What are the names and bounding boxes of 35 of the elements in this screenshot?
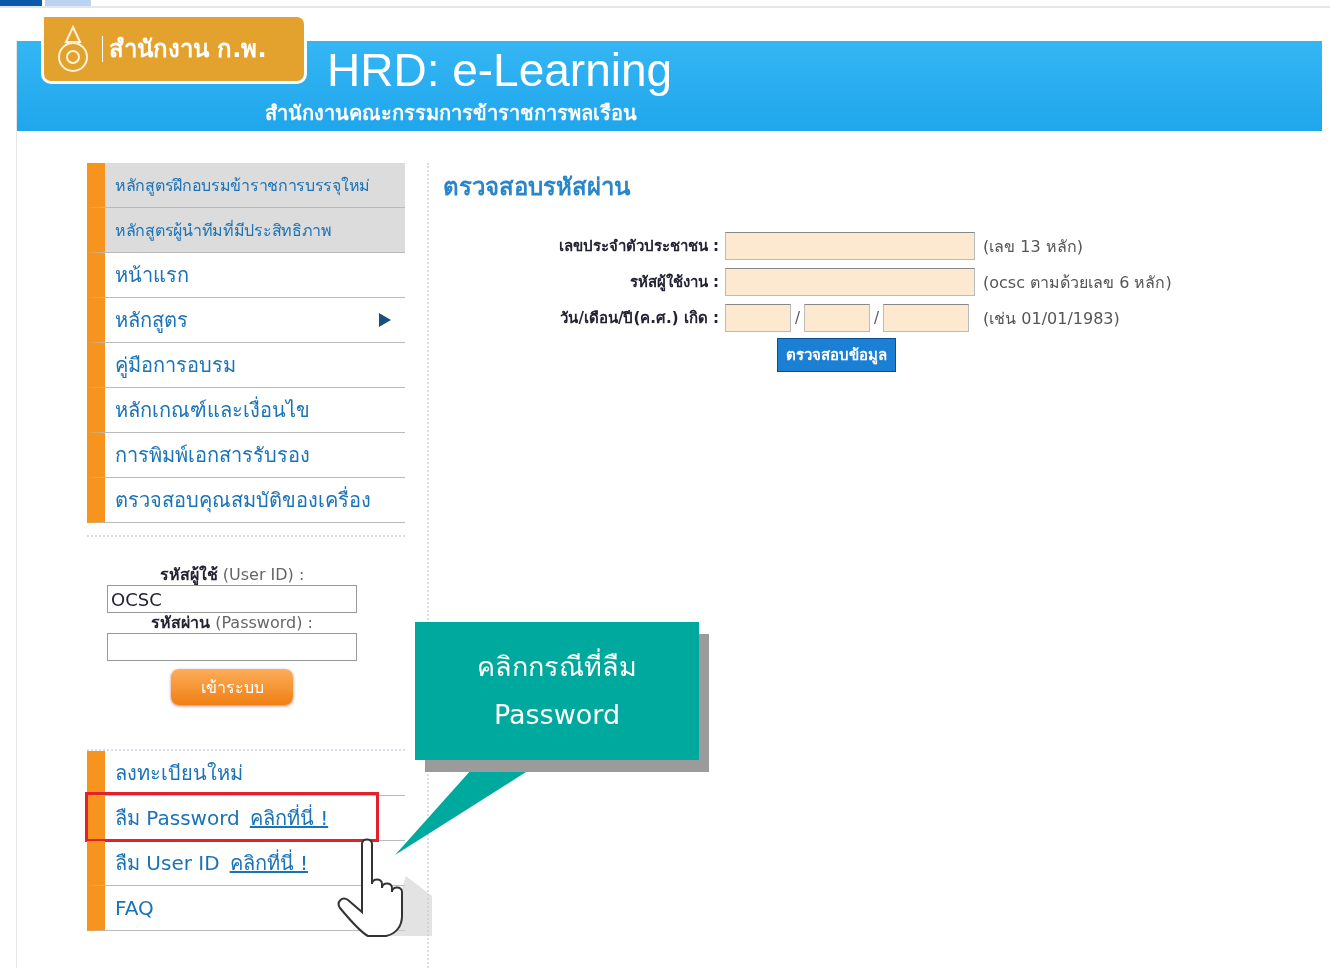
user-id-label: รหัสผู้ใช้ (User ID) : (159, 565, 305, 585)
menu-item[interactable]: หลักสูตรผู้นำทีมที่มีประสิทธิภาพ (87, 208, 405, 253)
day-field[interactable] (725, 304, 791, 332)
field-hint: (เลข 13 หลัก) (983, 235, 1084, 258)
month-field[interactable] (804, 304, 871, 332)
field-label: เลขประจำตัวประชาชน : (557, 236, 719, 257)
date-separator: / (874, 309, 880, 327)
date-separator: / (795, 309, 801, 327)
password-field[interactable] (107, 633, 357, 661)
field-label: รหัสผู้ใช้งาน : (628, 272, 719, 294)
arrow-right-icon (379, 313, 391, 327)
menu-item[interactable]: หลักสูตร (87, 298, 405, 343)
menu-item[interactable]: คู่มือการอบรม (87, 343, 405, 388)
year-field[interactable] (883, 304, 970, 332)
menu-item[interactable]: หลักเกณฑ์และเงื่อนไข (87, 388, 405, 433)
site-subtitle: สำนักงานคณะกรรมการข้าราชการพลเรือน (265, 100, 637, 127)
input-field[interactable] (725, 268, 975, 296)
site-title: HRD: e-Learning (327, 43, 673, 97)
logo-title: สำนักงาน ก.พ. (109, 35, 267, 63)
page-title: ตรวจสอบรหัสผ่าน (443, 172, 632, 203)
field-hint: (เช่น 01/01/1983) (983, 307, 1121, 330)
click-here-link[interactable]: คลิกที่นี่ ! (249, 802, 329, 834)
menu-item[interactable]: ตรวจสอบคุณสมบัติของเครื่อง (87, 478, 405, 523)
callout-text: Password (493, 698, 621, 732)
click-here-link[interactable]: คลิกที่นี่ ! (229, 847, 308, 879)
menu-item[interactable]: หน้าแรก (87, 253, 405, 298)
field-label: วัน/เดือน/ปี(ค.ศ.) เกิด : (559, 308, 719, 329)
field-hint: (ocsc ตามด้วยเลข 6 หลัก) (983, 271, 1172, 294)
menu-item[interactable]: การพิมพ์เอกสารรับรอง (87, 433, 405, 478)
password-label: รหัสผ่าน (Password) : (151, 613, 313, 633)
input-field[interactable] (725, 232, 975, 260)
user-id-field[interactable]: OCSC (107, 585, 357, 613)
check-button[interactable]: ตรวจสอบข้อมูล (777, 338, 896, 372)
callout-text: คลิกกรณีที่ลืม (477, 643, 637, 691)
menu-item[interactable]: หลักสูตรฝึกอบรมข้าราชการบรรจุใหม่ (87, 163, 405, 208)
